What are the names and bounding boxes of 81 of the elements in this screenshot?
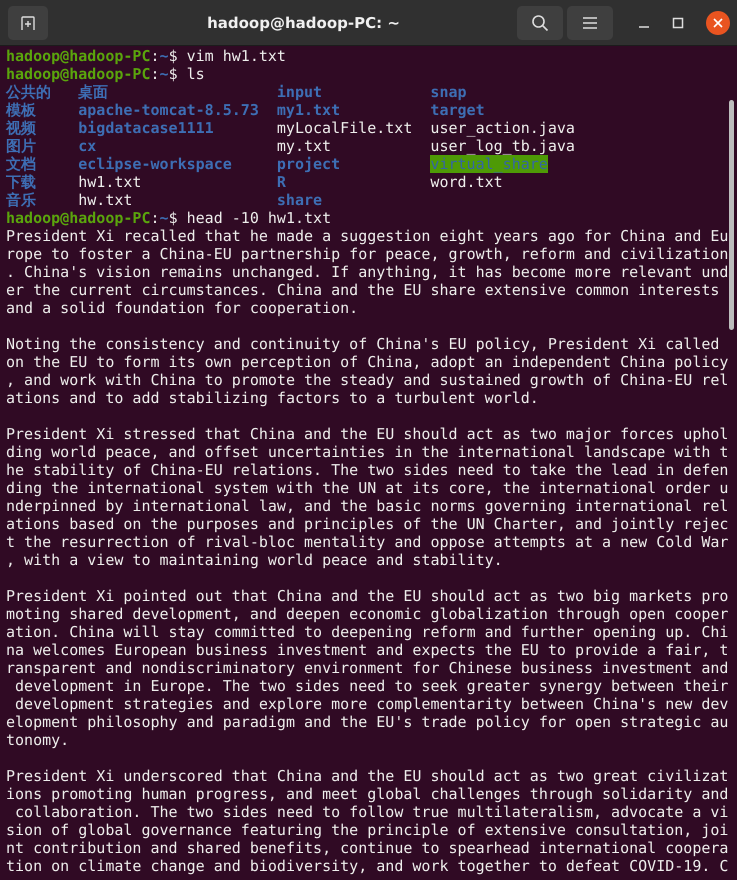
- file-entry: myLocalFile.txt: [276, 119, 412, 137]
- output-line: on the EU to form its own perception of China, adopt an independent China policy: [6, 353, 727, 371]
- file-entry: share: [276, 191, 322, 209]
- output-line: rope to foster a China-EU partnership for peace, growth, reform and civilization: [6, 245, 727, 263]
- output-line: tonomy.: [6, 731, 70, 749]
- menu-button[interactable]: [567, 6, 613, 40]
- file-entry: 公共的: [6, 83, 51, 101]
- output-line: development in Europe. The two sides need to seek greater synergy between their: [14, 677, 727, 695]
- file-entry: apache-tomcat-8.5.73: [78, 101, 259, 119]
- file-entry: bigdatacase1111: [78, 119, 214, 137]
- file-entry: 下载: [6, 173, 36, 191]
- menu-icon: [583, 16, 597, 28]
- window-title: hadoop@hadoop-PC: ~: [206, 14, 401, 32]
- prompt-path: ~: [160, 65, 169, 83]
- output-line: moting shared development, and deepen economic globalization through open cooper: [6, 605, 727, 623]
- prompt-separator: :: [150, 65, 160, 83]
- search-button[interactable]: [517, 6, 563, 40]
- output-line: . China's vision remains unchanged. If anything, it has become more relevant und: [6, 263, 727, 281]
- prompt-path: ~: [160, 47, 169, 65]
- file-entry: user_log_tb.java: [430, 137, 575, 155]
- file-entry: user_action.java: [430, 119, 575, 137]
- close-icon[interactable]: [706, 10, 730, 34]
- scrollbar-thumb[interactable]: [729, 100, 734, 330]
- output-line: ding world peace, and offset uncertainties in the international landscape with t: [6, 443, 727, 461]
- prompt-path: ~: [160, 209, 169, 227]
- file-entry: input: [276, 83, 322, 101]
- file-entry: virtual_share: [430, 155, 548, 173]
- output-line: development strategies and explore more complementarity between China's new dev: [14, 695, 727, 713]
- file-entry: 文档: [6, 155, 36, 173]
- output-line: he stability of China-EU relations. The two sides need to take the lead in defen: [6, 461, 727, 479]
- output-line: collaboration. The two sides need to follow true multilateralism, advocate a vi: [14, 803, 727, 821]
- output-line: ransparent and nondiscriminatory environment for Chinese business investment and: [6, 659, 727, 677]
- prompt-user-host: hadoop@hadoop-PC: [6, 209, 150, 227]
- file-entry: hw.txt: [78, 191, 132, 209]
- output-line: tion on climate change and biodiversity, and work together to defeat COVID-19. C: [6, 857, 727, 875]
- prompt-user-host: hadoop@hadoop-PC: [6, 65, 150, 83]
- file-entry: 图片: [6, 137, 36, 155]
- maximize-icon[interactable]: [672, 16, 684, 28]
- file-entry: R: [276, 173, 286, 191]
- file-entry: my.txt: [276, 137, 332, 155]
- file-entry: word.txt: [430, 173, 503, 191]
- output-line: President Xi stressed that China and the EU should act as two major forces uphol: [6, 425, 727, 443]
- file-entry: cx: [78, 137, 96, 155]
- output-line: ions promoting human progress, and meet global challenges through solidarity and: [6, 785, 727, 803]
- output-line: President Xi pointed out that China and the EU should act as two big markets pro: [6, 587, 727, 605]
- file-entry: 音乐: [6, 191, 36, 209]
- command-text: $ ls: [168, 65, 205, 83]
- new-tab-button[interactable]: [8, 6, 48, 40]
- output-line: ding the international system with the UN at its core, the international order u: [6, 479, 727, 497]
- file-entry: 模板: [6, 101, 36, 119]
- output-line: nt contribution and shared benefits, continue to spearhead international coopera: [6, 839, 727, 857]
- output-line: elopment philosophy and paradigm and the EU's trade policy for open strategic au: [6, 713, 727, 731]
- prompt-user-host: hadoop@hadoop-PC: [6, 47, 150, 65]
- output-line: ation. China will stay committed to deepening reform and further opening up. Chi: [6, 623, 727, 641]
- output-line: , and work with China to promote the steady and sustained growth of China-EU rel: [6, 371, 727, 389]
- prompt-separator: :: [150, 209, 160, 227]
- file-entry: my1.txt: [276, 101, 340, 119]
- command-text: $ vim hw1.txt: [168, 47, 286, 65]
- search-icon: [531, 14, 549, 32]
- command-text: $ head -10 hw1.txt: [168, 209, 332, 227]
- output-line: er the current circumstances. China and the EU share extensive common interests: [6, 281, 720, 299]
- output-line: ations and to add stabilizing factors to a turbulent world.: [6, 389, 540, 407]
- output-line: nderpinned by international law, and the basic norms governing international rel: [6, 497, 727, 515]
- output-line: Noting the consistency and continuity of China's EU policy, President Xi called: [6, 335, 720, 353]
- file-entry: hw1.txt: [78, 173, 142, 191]
- file-entry: 视频: [6, 119, 36, 137]
- output-line: , with a view to maintaining world peace and stability.: [6, 551, 504, 569]
- file-entry: target: [430, 101, 485, 119]
- output-line: na welcomes European business investment and expects the EU to provide a fair, t: [6, 641, 727, 659]
- prompt-separator: :: [150, 47, 160, 65]
- file-entry: snap: [430, 83, 467, 101]
- output-line: ations based on the purposes and principles of the UN Charter, and jointly rejec: [6, 515, 727, 533]
- output-line: and a solid foundation for cooperation.: [6, 299, 360, 317]
- output-line: t the resurrection of rival-bloc mentality and oppose attempts at a new Cold War: [6, 533, 727, 551]
- file-entry: eclipse-workspace: [78, 155, 232, 173]
- output-line: President Xi underscored that China and the EU should act as two great civilizat: [6, 767, 727, 785]
- output-line: sion of global governance featuring the principle of extensive consultation, joi: [6, 821, 727, 839]
- file-entry: project: [276, 155, 340, 173]
- file-entry: 桌面: [78, 83, 108, 101]
- output-line: President Xi recalled that he made a suggestion eight years ago for China and Eu: [6, 227, 727, 245]
- new-tab-icon: [20, 14, 36, 30]
